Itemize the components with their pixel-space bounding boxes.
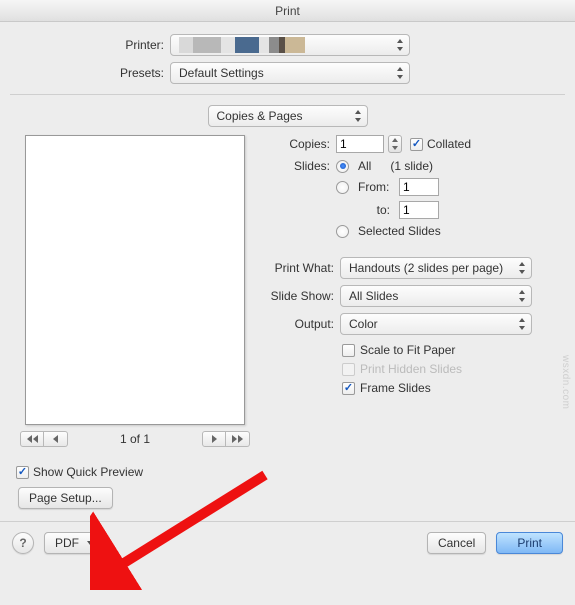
pager-last-button[interactable] <box>226 431 250 447</box>
dropdown-arrows-icon <box>395 38 405 52</box>
frame-slides-checkbox[interactable]: ✓ <box>342 382 355 395</box>
copies-input[interactable] <box>336 135 384 153</box>
slide-show-value: All Slides <box>349 289 398 303</box>
print-button[interactable]: Print <box>496 532 563 554</box>
scale-to-fit-label: Scale to Fit Paper <box>360 343 455 357</box>
slides-label: Slides: <box>264 159 336 173</box>
scale-to-fit-checkbox[interactable] <box>342 344 355 357</box>
frame-slides-label: Frame Slides <box>360 381 431 395</box>
presets-value: Default Settings <box>179 66 264 80</box>
slide-show-select[interactable]: All Slides <box>340 285 532 307</box>
help-button[interactable]: ? <box>12 532 34 554</box>
dropdown-arrows-icon <box>353 109 363 123</box>
show-quick-preview-checkbox[interactable]: ✓ <box>16 466 29 479</box>
slides-selected-radio[interactable] <box>336 225 349 238</box>
print-hidden-checkbox <box>342 363 355 376</box>
slides-from-label: From: <box>358 180 394 194</box>
dropdown-arrows-icon <box>517 317 527 331</box>
output-label: Output: <box>264 317 340 331</box>
dropdown-arrow-icon <box>85 536 95 550</box>
presets-label: Presets: <box>10 66 170 80</box>
separator <box>10 94 565 95</box>
section-value: Copies & Pages <box>217 109 303 123</box>
cancel-button[interactable]: Cancel <box>427 532 486 554</box>
print-hidden-label: Print Hidden Slides <box>360 362 462 376</box>
slides-selected-label: Selected Slides <box>358 224 441 238</box>
section-select[interactable]: Copies & Pages <box>208 105 368 127</box>
print-what-value: Handouts (2 slides per page) <box>349 261 503 275</box>
slides-from-input[interactable] <box>399 178 439 196</box>
print-preview <box>25 135 245 425</box>
output-value: Color <box>349 317 378 331</box>
printer-select[interactable] <box>170 34 410 56</box>
pager-first-button[interactable] <box>20 431 44 447</box>
dropdown-arrows-icon <box>395 66 405 80</box>
collated-label: Collated <box>427 137 471 151</box>
page-setup-button[interactable]: Page Setup... <box>18 487 113 509</box>
slides-all-label: All <box>358 159 371 173</box>
dropdown-arrows-icon <box>517 289 527 303</box>
print-what-select[interactable]: Handouts (2 slides per page) <box>340 257 532 279</box>
collated-checkbox[interactable]: ✓ <box>410 138 423 151</box>
show-quick-preview-label: Show Quick Preview <box>33 465 143 479</box>
slides-to-label: to: <box>358 203 394 217</box>
printer-value-redacted <box>179 37 305 53</box>
copies-stepper[interactable] <box>388 135 402 153</box>
window-title: Print <box>0 0 575 22</box>
dropdown-arrows-icon <box>517 261 527 275</box>
printer-label: Printer: <box>10 38 170 52</box>
slides-count-text: (1 slide) <box>390 159 433 173</box>
slides-from-radio[interactable] <box>336 181 349 194</box>
copies-label: Copies: <box>264 137 336 151</box>
separator <box>0 521 575 522</box>
output-select[interactable]: Color <box>340 313 532 335</box>
slide-show-label: Slide Show: <box>264 289 340 303</box>
watermark: wsxdn.com <box>560 355 571 410</box>
print-what-label: Print What: <box>264 261 340 275</box>
pager-prev-button[interactable] <box>44 431 68 447</box>
slides-to-input[interactable] <box>399 201 439 219</box>
presets-select[interactable]: Default Settings <box>170 62 410 84</box>
pager-next-button[interactable] <box>202 431 226 447</box>
pdf-menu-button[interactable]: PDF <box>44 532 100 554</box>
slides-all-radio[interactable] <box>336 160 349 173</box>
pager-status: 1 of 1 <box>120 432 150 446</box>
